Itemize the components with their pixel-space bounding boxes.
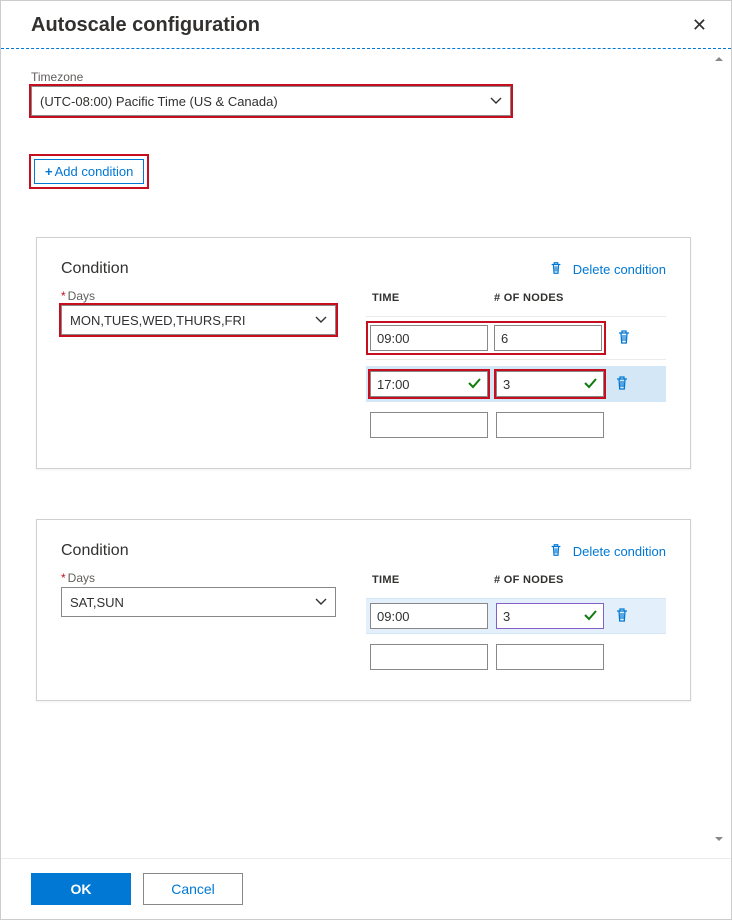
table-header: TIME # OF NODES — [366, 570, 666, 592]
nodes-input[interactable]: 3 — [496, 371, 604, 397]
time-input[interactable] — [370, 412, 488, 438]
nodes-input[interactable]: 3 — [496, 603, 604, 629]
condition-title: Condition — [61, 260, 129, 278]
ok-button[interactable]: OK — [31, 873, 131, 905]
delete-condition-button[interactable]: Delete condition — [549, 543, 666, 560]
col-nodes-header: # OF NODES — [494, 292, 622, 304]
check-icon — [467, 376, 481, 393]
scrollbar[interactable] — [715, 49, 723, 849]
table-row: 09:00 6 — [366, 316, 666, 360]
timezone-select[interactable]: (UTC-08:00) Pacific Time (US & Canada) — [31, 86, 511, 116]
nodes-input[interactable]: 6 — [494, 325, 602, 351]
days-select[interactable]: MON,TUES,WED,THURS,FRI — [61, 305, 336, 335]
condition-card: Condition Delete condition *Days MON,TUE… — [36, 237, 691, 469]
days-label: *Days — [61, 289, 95, 303]
add-condition-label: Add condition — [55, 164, 134, 179]
condition-card: Condition Delete condition *Days SAT,SUN… — [36, 519, 691, 701]
col-time-header: TIME — [366, 574, 494, 586]
table-row: 17:00 3 — [366, 366, 666, 402]
timezone-label: Timezone — [31, 70, 83, 84]
chevron-down-icon — [490, 95, 502, 107]
delete-condition-button[interactable]: Delete condition — [549, 261, 666, 278]
table-row — [366, 408, 666, 442]
delete-row-button[interactable] — [616, 329, 632, 348]
plus-icon: + — [45, 164, 53, 179]
close-icon[interactable]: ✕ — [686, 11, 713, 40]
time-input[interactable]: 09:00 — [370, 603, 488, 629]
col-nodes-header: # OF NODES — [494, 574, 622, 586]
condition-title: Condition — [61, 542, 129, 560]
col-time-header: TIME — [366, 292, 494, 304]
chevron-down-icon — [315, 314, 327, 326]
nodes-input[interactable] — [496, 644, 604, 670]
delete-row-button[interactable] — [614, 375, 630, 394]
trash-icon — [549, 543, 563, 560]
days-label: *Days — [61, 571, 95, 585]
check-icon — [583, 608, 597, 625]
trash-icon — [549, 261, 563, 278]
table-row — [366, 640, 666, 674]
cancel-button[interactable]: Cancel — [143, 873, 243, 905]
delete-row-button[interactable] — [614, 607, 630, 626]
time-input[interactable] — [370, 644, 488, 670]
time-input[interactable]: 09:00 — [370, 325, 488, 351]
page-title: Autoscale configuration — [31, 14, 260, 37]
check-icon — [583, 376, 597, 393]
days-select[interactable]: SAT,SUN — [61, 587, 336, 617]
time-input[interactable]: 17:00 — [370, 371, 488, 397]
chevron-down-icon — [315, 596, 327, 608]
timezone-value: (UTC-08:00) Pacific Time (US & Canada) — [40, 94, 278, 109]
table-row: 09:00 3 — [366, 598, 666, 634]
delete-condition-label: Delete condition — [573, 544, 666, 559]
delete-condition-label: Delete condition — [573, 262, 666, 277]
nodes-input[interactable] — [496, 412, 604, 438]
days-value: MON,TUES,WED,THURS,FRI — [70, 313, 246, 328]
days-value: SAT,SUN — [70, 595, 124, 610]
table-header: TIME # OF NODES — [366, 288, 666, 310]
add-condition-button[interactable]: + Add condition — [34, 159, 144, 184]
